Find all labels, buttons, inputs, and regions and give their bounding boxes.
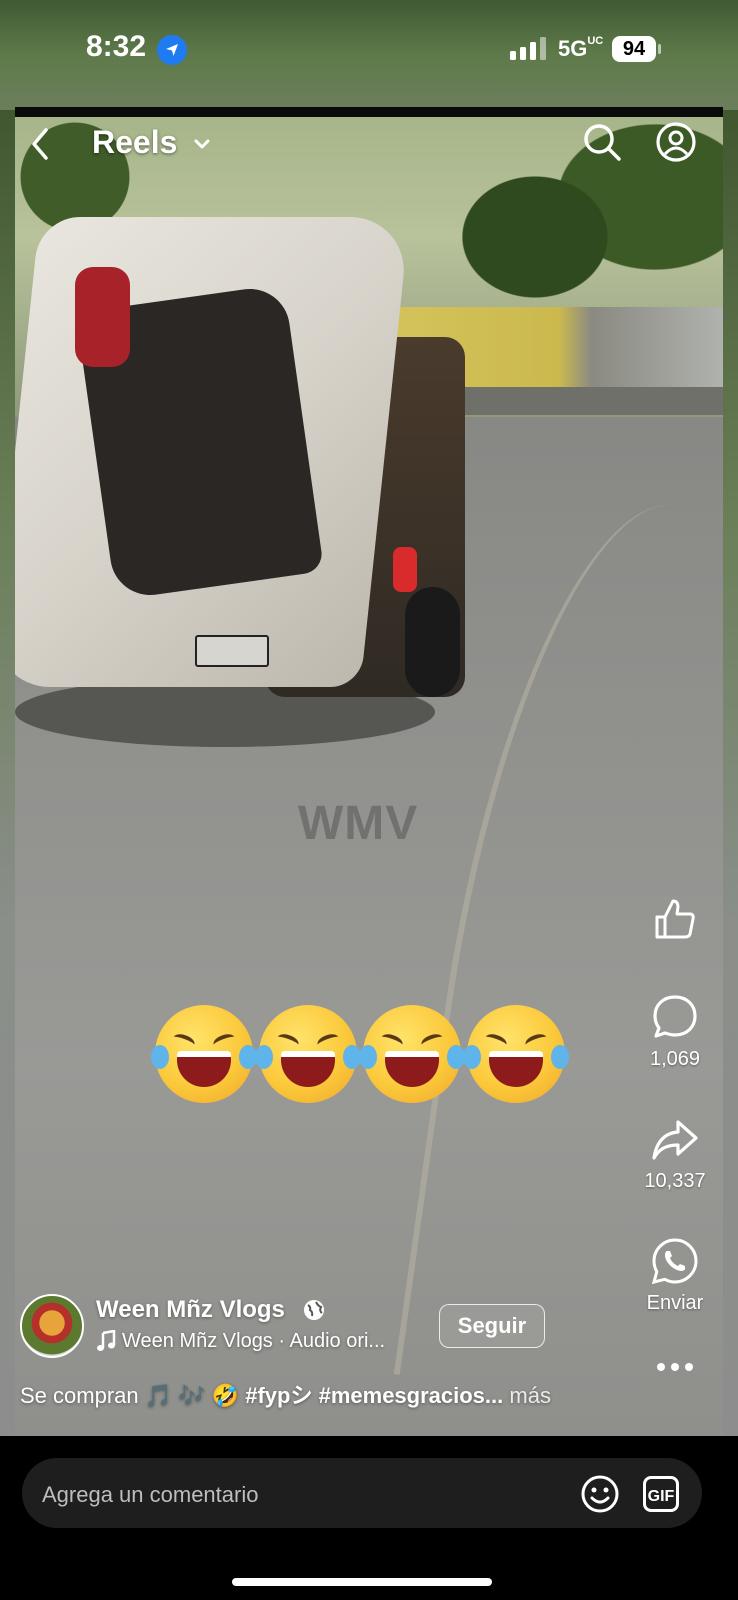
share-count: 10,337	[644, 1170, 706, 1192]
caption-more-link[interactable]: más	[503, 1383, 551, 1408]
follow-button[interactable]: Seguir	[439, 1304, 545, 1348]
chevron-down-icon[interactable]	[192, 134, 212, 154]
blurred-backdrop-left	[0, 110, 15, 1470]
reels-screen: 8:32 5GUC 94 Reels WMV 1,069 10,337 Envi…	[0, 0, 738, 1600]
video-watermark: WMV	[298, 797, 419, 850]
rofl-emoji-icon	[255, 1005, 361, 1103]
signal-bars-icon	[510, 37, 546, 60]
whatsapp-icon	[651, 1238, 698, 1285]
blurred-backdrop-right	[723, 110, 738, 1470]
caption-hashtags[interactable]: #fypシ #memesgracios...	[245, 1383, 503, 1408]
creator-avatar[interactable]	[20, 1294, 84, 1358]
video-curb	[435, 387, 723, 415]
thumbs-up-icon	[655, 899, 695, 939]
search-icon[interactable]	[580, 120, 624, 164]
emoji-overlay	[151, 1005, 569, 1105]
creator-name[interactable]: Ween Mñz Vlogs	[96, 1296, 285, 1324]
like-button[interactable]	[630, 895, 720, 943]
more-options-button[interactable]	[650, 1360, 700, 1374]
share-button[interactable]: 10,337	[630, 1114, 720, 1193]
video-truck-wheel	[405, 587, 460, 697]
reel-video[interactable]	[15, 117, 723, 1470]
network-type: 5GUC	[558, 35, 604, 62]
video-car-taillight	[75, 267, 130, 367]
emoji-picker-icon[interactable]	[580, 1474, 620, 1514]
chevron-left-icon[interactable]	[26, 124, 56, 164]
video-top-border	[15, 107, 723, 117]
globe-icon	[304, 1300, 324, 1320]
rofl-emoji-icon	[151, 1005, 257, 1103]
rofl-emoji-icon	[359, 1005, 465, 1103]
comment-button[interactable]: 1,069	[630, 992, 720, 1071]
send-whatsapp-button[interactable]: Enviar	[630, 1236, 720, 1315]
audio-track[interactable]: Ween Mñz Vlogs · Audio ori...	[122, 1330, 385, 1353]
rofl-emoji-icon	[463, 1005, 569, 1103]
location-arrow-icon	[157, 35, 187, 65]
video-license-plate	[195, 635, 269, 667]
comment-count: 1,069	[649, 1048, 701, 1070]
share-arrow-icon	[652, 1120, 698, 1160]
comment-bubble-icon	[653, 995, 697, 1038]
video-brake-light	[393, 547, 417, 592]
ellipsis-icon	[657, 1363, 693, 1371]
music-note-icon	[97, 1330, 116, 1351]
gif-button[interactable]: GIF	[643, 1476, 679, 1512]
battery-icon: 94	[612, 36, 656, 62]
reels-title[interactable]: Reels	[92, 124, 177, 161]
caption-text: Se compran 🎵 🎶 🤣	[20, 1383, 246, 1408]
home-indicator[interactable]	[232, 1578, 492, 1586]
battery-tip	[658, 44, 661, 54]
profile-icon[interactable]	[654, 120, 698, 164]
comment-input[interactable]	[40, 1478, 544, 1512]
status-time: 8:32	[86, 30, 147, 63]
send-label: Enviar	[646, 1292, 704, 1314]
reel-caption[interactable]: Se compran 🎵 🎶 🤣 #fypシ #memesgracios... …	[20, 1378, 551, 1410]
